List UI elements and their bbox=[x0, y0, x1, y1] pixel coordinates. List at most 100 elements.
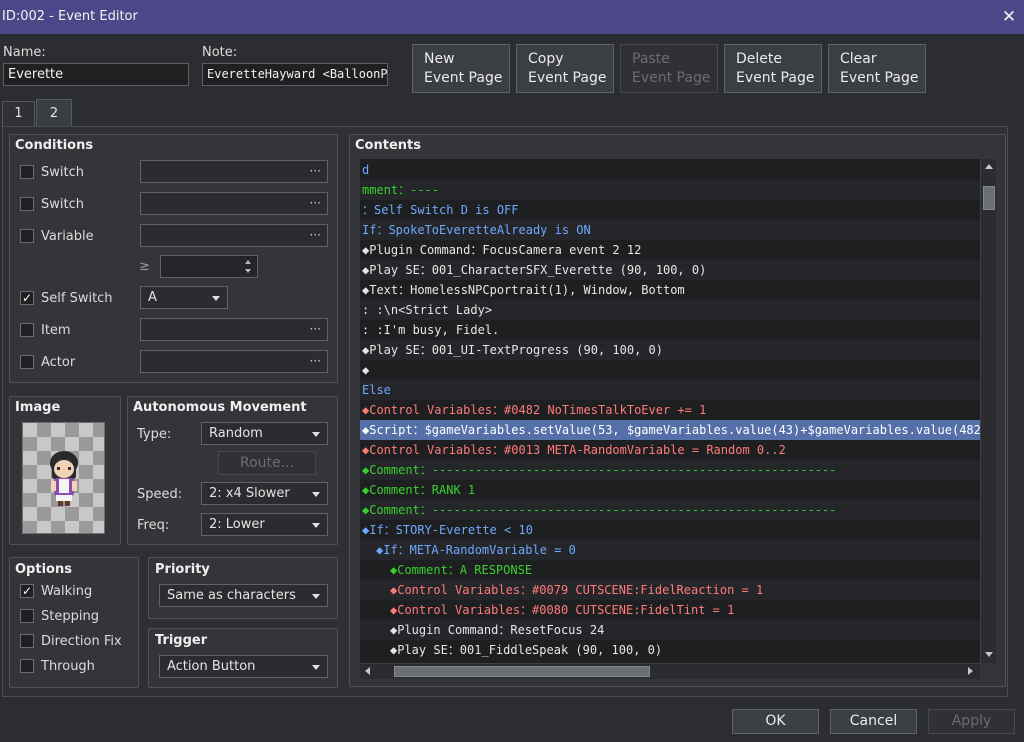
stepping-checkbox[interactable] bbox=[20, 609, 34, 623]
item-checkbox[interactable] bbox=[20, 323, 34, 337]
scroll-left-icon[interactable] bbox=[365, 667, 370, 675]
paste-event-page-line2: Event Page bbox=[632, 70, 711, 86]
note-input[interactable]: EveretteHayward <BalloonPo bbox=[202, 63, 388, 86]
command-text: ◆Script：$gameVariables.setValue(53, $gam… bbox=[362, 423, 980, 437]
direction-fix-checkbox[interactable] bbox=[20, 634, 34, 648]
command-row[interactable]: ◆Control Variables：#0080 CUTSCENE:FidelT… bbox=[360, 600, 980, 620]
command-row[interactable]: ◆Control Variables：#0482 NoTimesTalkToEv… bbox=[360, 400, 980, 420]
command-text: mment：---- bbox=[362, 183, 440, 197]
event-command-list[interactable]: d mment：---- ：Self Switch D is OFF If：Spoke… bbox=[360, 159, 980, 663]
contents-title: Contents bbox=[355, 138, 421, 153]
walking-label: Walking bbox=[41, 584, 93, 599]
command-text: ◆Play SE：001_CharacterSFX_Everette (90, … bbox=[362, 263, 707, 277]
command-row[interactable]: ◆Plugin Command：FocusCamera event 2 12 bbox=[360, 240, 980, 260]
command-row[interactable]: ◆Play SE：001_CharacterSFX_Everette (90, … bbox=[360, 260, 980, 280]
variable-checkbox[interactable] bbox=[20, 229, 34, 243]
command-row[interactable]: d bbox=[360, 160, 980, 180]
command-row[interactable]: ◆Control Variables：#0013 META-RandomVari… bbox=[360, 440, 980, 460]
command-row[interactable]: ◆Play SE：001_UI-TextProgress (90, 100, 0… bbox=[360, 340, 980, 360]
ok-button[interactable]: OK bbox=[732, 709, 819, 734]
switch1-checkbox[interactable] bbox=[20, 165, 34, 179]
switch2-checkbox[interactable] bbox=[20, 197, 34, 211]
horizontal-scrollbar[interactable] bbox=[360, 663, 980, 679]
movement-type-dropdown[interactable]: Random bbox=[201, 422, 328, 445]
item-field[interactable]: ··· bbox=[140, 318, 328, 341]
command-text: ◆Control Variables：#0080 CUTSCENE:FidelT… bbox=[390, 603, 735, 617]
command-row-selected[interactable]: ◆Script：$gameVariables.setValue(53, $gam… bbox=[360, 420, 980, 440]
variable-value-spinner[interactable] bbox=[160, 255, 258, 278]
scroll-down-icon[interactable] bbox=[985, 652, 993, 657]
command-row[interactable]: Else bbox=[360, 380, 980, 400]
tab-page-1[interactable]: 1 bbox=[2, 101, 35, 127]
autonomous-movement-title: Autonomous Movement bbox=[133, 400, 307, 415]
vertical-scrollbar[interactable] bbox=[980, 159, 996, 663]
ellipsis-icon: ··· bbox=[309, 354, 321, 368]
freq-dropdown[interactable]: 2: Lower bbox=[201, 513, 328, 536]
chevron-down-icon bbox=[312, 492, 320, 497]
freq-label: Freq: bbox=[137, 518, 170, 533]
item-label: Item bbox=[41, 323, 71, 338]
name-label: Name: bbox=[3, 45, 46, 60]
new-event-page-button[interactable]: New Event Page bbox=[412, 44, 510, 93]
actor-field[interactable]: ··· bbox=[140, 350, 328, 373]
command-row[interactable]: ：Self Switch D is OFF bbox=[360, 200, 980, 220]
priority-dropdown[interactable]: Same as characters bbox=[159, 584, 328, 607]
vertical-scroll-thumb[interactable] bbox=[983, 186, 995, 210]
command-text: Else bbox=[362, 383, 391, 397]
stepping-label: Stepping bbox=[41, 609, 99, 624]
command-row[interactable]: ◆If：STORY-Everette < 10 bbox=[360, 520, 980, 540]
spin-down-icon[interactable] bbox=[245, 269, 251, 273]
walking-checkbox[interactable]: ✓ bbox=[20, 584, 34, 598]
command-row[interactable]: ◆Control Variables：#0079 CUTSCENE:FidelR… bbox=[360, 580, 980, 600]
name-input[interactable]: Everette bbox=[3, 63, 189, 86]
cancel-button[interactable]: Cancel bbox=[830, 709, 917, 734]
delete-event-page-button[interactable]: Delete Event Page bbox=[724, 44, 822, 93]
command-text: ◆Play SE：001_UI-TextProgress (90, 100, 0… bbox=[362, 343, 663, 357]
clear-event-page-button[interactable]: Clear Event Page bbox=[828, 44, 926, 93]
trigger-title: Trigger bbox=[155, 633, 208, 648]
ellipsis-icon: ··· bbox=[309, 228, 321, 242]
chevron-down-icon bbox=[312, 523, 320, 528]
scroll-up-icon[interactable] bbox=[985, 164, 993, 169]
self-switch-dropdown[interactable]: A bbox=[140, 286, 228, 309]
self-switch-checkbox[interactable]: ✓ bbox=[20, 291, 34, 305]
command-row[interactable]: : :I'm busy, Fidel. bbox=[360, 320, 980, 340]
new-event-page-line2: Event Page bbox=[424, 70, 503, 86]
tab-page-2[interactable]: 2 bbox=[36, 99, 72, 127]
command-row[interactable]: ◆Play SE：001_FiddleSpeak (90, 100, 0) bbox=[360, 640, 980, 660]
horizontal-scroll-thumb[interactable] bbox=[394, 666, 650, 677]
command-row[interactable]: mment：---- bbox=[360, 180, 980, 200]
route-button[interactable]: Route... bbox=[218, 451, 316, 475]
spin-up-icon[interactable] bbox=[245, 260, 251, 264]
command-row[interactable]: ◆Text：HomelessNPCportrait(1), Window, Bo… bbox=[360, 280, 980, 300]
apply-button[interactable]: Apply bbox=[928, 709, 1015, 734]
actor-label: Actor bbox=[41, 355, 76, 370]
actor-checkbox[interactable] bbox=[20, 355, 34, 369]
title-bar bbox=[0, 0, 1024, 34]
close-icon[interactable]: ✕ bbox=[1000, 6, 1018, 28]
speed-value: 2: x4 Slower bbox=[209, 486, 290, 501]
command-text: ◆Control Variables：#0079 CUTSCENE:FidelR… bbox=[390, 583, 764, 597]
command-row[interactable]: ◆Plugin Command：ResetFocus 24 bbox=[360, 620, 980, 640]
paste-event-page-button[interactable]: Paste Event Page bbox=[620, 44, 718, 93]
command-text: d bbox=[362, 163, 370, 177]
copy-event-page-button[interactable]: Copy Event Page bbox=[516, 44, 614, 93]
switch2-label: Switch bbox=[41, 197, 84, 212]
command-row[interactable]: ◆Comment：RANK 1 bbox=[360, 480, 980, 500]
trigger-dropdown[interactable]: Action Button bbox=[159, 655, 328, 678]
command-row[interactable]: ◆If：META-RandomVariable = 0 bbox=[360, 540, 980, 560]
character-image[interactable] bbox=[22, 422, 105, 534]
switch2-field[interactable]: ··· bbox=[140, 192, 328, 215]
through-checkbox[interactable] bbox=[20, 659, 34, 673]
command-row[interactable]: ◆Comment：A RESPONSE bbox=[360, 560, 980, 580]
command-row[interactable]: If：SpokeToEveretteAlready is ON bbox=[360, 220, 980, 240]
command-row[interactable]: : :\n<Strict Lady> bbox=[360, 300, 980, 320]
scroll-right-icon[interactable] bbox=[968, 667, 973, 675]
command-row[interactable]: ◆Comment：-------------------------------… bbox=[360, 500, 980, 520]
command-row[interactable]: ◆ bbox=[360, 360, 980, 380]
variable-field[interactable]: ··· bbox=[140, 224, 328, 247]
command-row[interactable]: ◆Comment：-------------------------------… bbox=[360, 460, 980, 480]
switch1-field[interactable]: ··· bbox=[140, 160, 328, 183]
command-text: ◆Control Variables：#0013 META-RandomVari… bbox=[362, 443, 786, 457]
speed-dropdown[interactable]: 2: x4 Slower bbox=[201, 482, 328, 505]
